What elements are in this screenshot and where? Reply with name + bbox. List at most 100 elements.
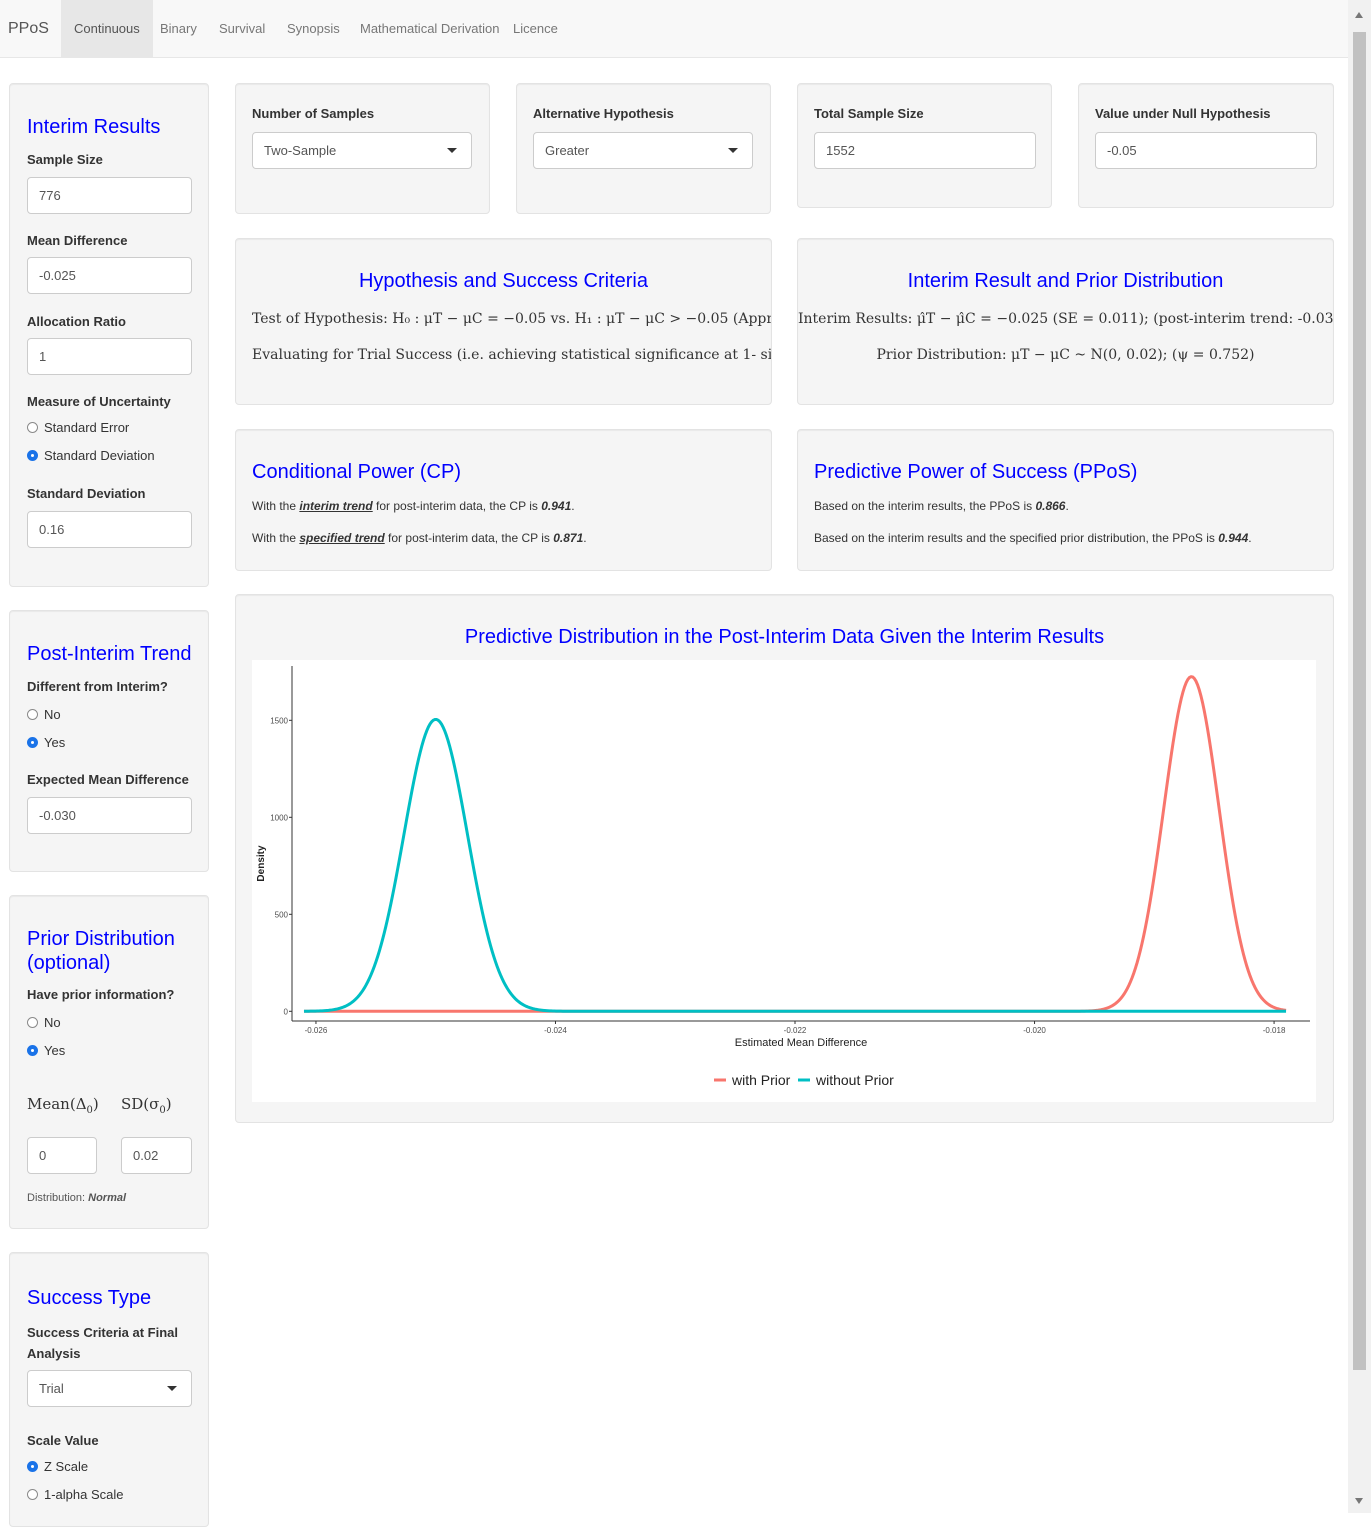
distribution-value: Normal <box>88 1192 127 1204</box>
ppos-l2-c: . <box>1248 531 1252 545</box>
brand-title[interactable]: PPoS <box>8 20 49 38</box>
total-sample-size-label: Total Sample Size <box>814 106 924 121</box>
total-sample-size-input[interactable]: 1552 <box>814 132 1036 169</box>
standard-deviation-label: Standard Deviation <box>27 486 146 501</box>
prior-mean-label-close: ) <box>92 1095 99 1113</box>
tab-synopsis[interactable]: Synopsis <box>274 0 353 58</box>
ppos-interim-value: 0.866 <box>1035 499 1066 513</box>
prior-distribution-title: Prior Distribution (optional) <box>27 927 175 975</box>
distribution-prefix: Distribution: <box>27 1192 89 1204</box>
success-criteria-label-line2: Analysis <box>27 1346 81 1361</box>
alternative-hypothesis-select[interactable]: Greater <box>533 132 753 169</box>
ppos-l1-c: . <box>1065 499 1069 513</box>
success-criteria-label-line1: Success Criteria at Final <box>27 1325 179 1340</box>
cp-l1-a: With the <box>252 499 300 513</box>
radio-trend-no-label: No <box>44 707 61 722</box>
alternative-hypothesis-panel: Alternative Hypothesis Greater <box>516 83 771 214</box>
radio-prior-no[interactable]: No <box>27 1015 61 1030</box>
cp-l2-b: for post-interim data, the CP is <box>384 531 554 545</box>
hypothesis-panel: Hypothesis and Success Criteria Test of … <box>235 238 772 405</box>
interim-results-title: Interim Results <box>27 116 161 138</box>
different-from-interim-label: Different from Interim? <box>27 679 168 694</box>
expected-mean-difference-label: Expected Mean Difference <box>27 772 189 787</box>
have-prior-label: Have prior information? <box>27 987 175 1002</box>
sample-size-label: Sample Size <box>27 152 103 167</box>
radio-off-icon <box>27 709 38 720</box>
success-criteria-select[interactable]: Trial <box>27 1370 192 1407</box>
cp-specified-value: 0.871 <box>553 531 584 545</box>
x-axis-label: Estimated Mean Difference <box>735 1037 867 1049</box>
ppos-prior-text: Based on the interim results and the spe… <box>814 531 1252 545</box>
cp-l2-c: . <box>583 531 587 545</box>
radio-standard-error-label: Standard Error <box>44 420 130 435</box>
ppos-l1-a: Based on the interim results, the PPoS i… <box>814 499 1036 513</box>
mean-difference-input[interactable]: -0.025 <box>27 257 192 294</box>
density-chart: 0 500 1000 1500 -0.026 -0.024 -0.022 -0.020 -0.0… <box>256 666 1310 1088</box>
prior-mean-label: Mean(Δ0) <box>27 1095 99 1116</box>
alternative-hypothesis-value: Greater <box>545 143 590 158</box>
radio-prior-no-label: No <box>44 1015 61 1030</box>
standard-deviation-input[interactable]: 0.16 <box>27 511 192 548</box>
ppos-title: Predictive Power of Success (PPoS) <box>814 461 1138 483</box>
y-tick-label: 1500 <box>270 716 288 725</box>
number-of-samples-select[interactable]: Two-Sample <box>252 132 472 169</box>
radio-standard-deviation[interactable]: Standard Deviation <box>27 448 155 463</box>
radio-prior-yes[interactable]: Yes <box>27 1043 65 1058</box>
tab-licence[interactable]: Licence <box>500 0 571 58</box>
radio-trend-yes[interactable]: Yes <box>27 735 65 750</box>
radio-1-alpha-scale[interactable]: 1-alpha Scale <box>27 1487 124 1502</box>
radio-trend-no[interactable]: No <box>27 707 61 722</box>
chart-area: 0 500 1000 1500 -0.026 -0.024 -0.022 -0.020 -0.0… <box>252 660 1316 1102</box>
scroll-thumb[interactable] <box>1353 32 1366 1370</box>
sample-size-input[interactable]: 776 <box>27 177 192 214</box>
prior-sd-label-close: ) <box>165 1095 172 1113</box>
cp-interim-trend-text: With the interim trend for post-interim … <box>252 499 575 513</box>
radio-standard-deviation-label: Standard Deviation <box>44 448 155 463</box>
prior-sd-input[interactable]: 0.02 <box>121 1137 192 1174</box>
x-tick-label: -0.026 <box>305 1026 328 1035</box>
tab-survival[interactable]: Survival <box>206 0 278 58</box>
x-tick-label: -0.020 <box>1023 1026 1046 1035</box>
cp-l1-c: . <box>571 499 575 513</box>
ppos-interim-text: Based on the interim results, the PPoS i… <box>814 499 1069 513</box>
x-tick-label: -0.018 <box>1263 1026 1286 1035</box>
radio-standard-error[interactable]: Standard Error <box>27 420 129 435</box>
y-axis-label: Density <box>256 845 267 882</box>
success-type-panel: Success Type Success Criteria at Final An… <box>9 1252 209 1527</box>
radio-z-scale-label: Z Scale <box>44 1459 89 1474</box>
alternative-hypothesis-label: Alternative Hypothesis <box>533 106 674 121</box>
mean-difference-label: Mean Difference <box>27 233 128 248</box>
scroll-down-icon[interactable] <box>1355 1498 1363 1504</box>
tab-mathematical-derivation[interactable]: Mathematical Derivation <box>347 0 512 58</box>
page-scrollbar[interactable] <box>1348 0 1371 1513</box>
number-of-samples-panel: Number of Samples Two-Sample <box>235 83 490 214</box>
radio-z-scale[interactable]: Z Scale <box>27 1459 88 1474</box>
tab-continuous[interactable]: Continuous <box>61 0 153 58</box>
success-type-title: Success Type <box>27 1287 152 1309</box>
null-hypothesis-input[interactable]: -0.05 <box>1095 132 1317 169</box>
chevron-down-icon <box>167 1386 177 1391</box>
prior-distribution-panel: Prior Distribution (optional) Have prior… <box>9 895 209 1229</box>
radio-off-icon <box>27 1017 38 1028</box>
legend-label: with Prior <box>731 1072 791 1088</box>
radio-1-alpha-scale-label: 1-alpha Scale <box>44 1487 124 1502</box>
y-tick-label: 500 <box>275 910 289 919</box>
tab-binary[interactable]: Binary <box>147 0 210 58</box>
x-tick-label: -0.022 <box>784 1026 807 1035</box>
radio-on-icon <box>27 450 38 461</box>
y-tick-label: 1000 <box>270 813 288 822</box>
null-hypothesis-label: Value under Null Hypothesis <box>1095 106 1271 121</box>
navbar: PPoS Continuous Binary Survival Synopsis… <box>0 0 1348 58</box>
prior-sd-label-text: SD(σ <box>121 1095 160 1113</box>
trial-success-text: Evaluating for Trial Success (i.e. achie… <box>252 347 772 363</box>
null-hypothesis-panel: Value under Null Hypothesis -0.05 <box>1078 83 1334 208</box>
success-criteria-value: Trial <box>39 1381 64 1396</box>
scroll-up-icon[interactable] <box>1355 12 1363 18</box>
expected-mean-difference-input[interactable]: -0.030 <box>27 797 192 834</box>
prior-sd-label: SD(σ0) <box>121 1095 172 1116</box>
allocation-ratio-input[interactable]: 1 <box>27 338 192 375</box>
chevron-down-icon <box>728 148 738 153</box>
ppos-prior-value: 0.944 <box>1218 531 1249 545</box>
prior-title-line1: Prior Distribution <box>27 928 175 950</box>
prior-mean-input[interactable]: 0 <box>27 1137 97 1174</box>
